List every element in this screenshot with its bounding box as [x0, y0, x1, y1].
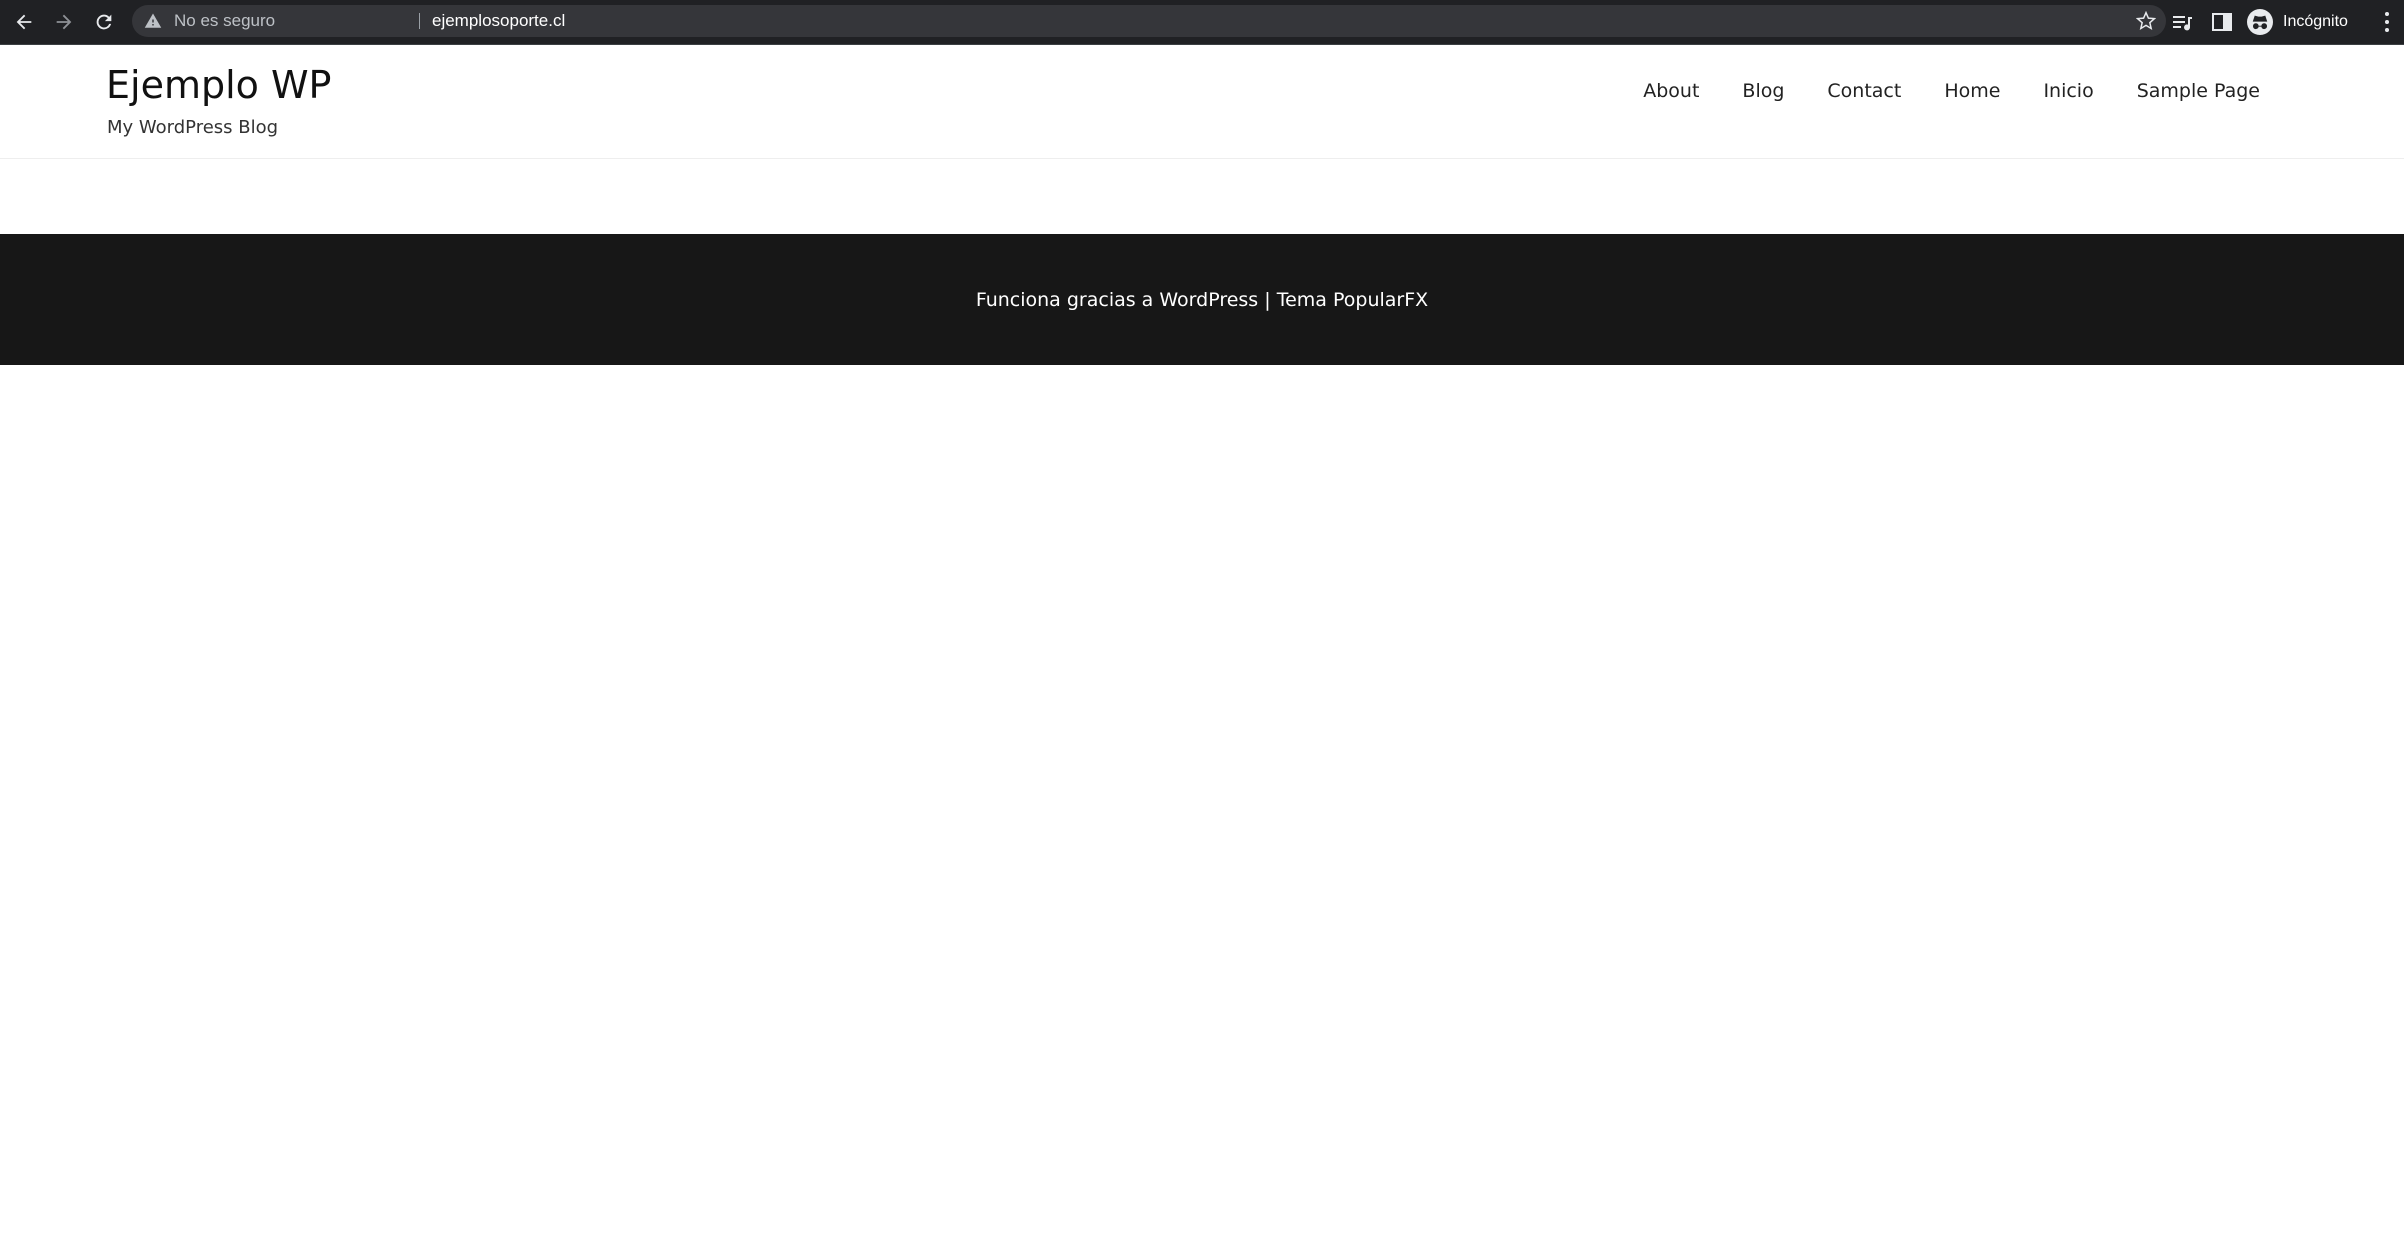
back-button[interactable]	[10, 8, 38, 36]
security-status[interactable]: No es seguro	[174, 5, 275, 37]
side-panel-icon[interactable]	[2210, 10, 2234, 34]
wordpress-credit-link[interactable]: Funciona gracias a WordPress	[976, 289, 1258, 311]
primary-menu: About Blog Contact Home Inicio Sample Pa…	[1600, 80, 2260, 102]
nav-sample-page[interactable]: Sample Page	[2137, 80, 2260, 102]
nav-contact[interactable]: Contact	[1827, 80, 1901, 102]
omnibox-divider	[419, 13, 420, 29]
forward-icon	[56, 14, 72, 30]
address-bar[interactable]: No es seguro	[132, 5, 2166, 37]
theme-credit-link[interactable]: Tema PopularFX	[1277, 289, 1428, 311]
browser-toolbar: No es seguro Incógnito	[0, 0, 2404, 45]
reload-icon	[96, 14, 112, 30]
site-title-link[interactable]: Ejemplo WP	[106, 63, 331, 107]
site-footer: Funciona gracias a WordPress | Tema Popu…	[0, 234, 2404, 365]
url-input[interactable]	[432, 5, 2072, 37]
back-icon	[16, 14, 32, 30]
nav-home[interactable]: Home	[1944, 80, 2000, 102]
incognito-icon	[2247, 9, 2273, 35]
site-tagline: My WordPress Blog	[107, 117, 279, 138]
incognito-profile-button[interactable]: Incógnito	[2247, 6, 2348, 38]
reload-button[interactable]	[90, 8, 118, 36]
reading-list-icon[interactable]	[2170, 10, 2194, 34]
forward-button[interactable]	[50, 8, 78, 36]
credit-divider: |	[1264, 288, 1271, 311]
nav-about[interactable]: About	[1643, 80, 1699, 102]
nav-blog[interactable]: Blog	[1742, 80, 1784, 102]
more-vert-icon[interactable]	[2382, 11, 2392, 33]
footer-credits: Funciona gracias a WordPress | Tema Popu…	[976, 289, 1428, 311]
star-icon[interactable]	[2136, 11, 2156, 31]
nav-inicio[interactable]: Inicio	[2043, 80, 2093, 102]
site-header: Ejemplo WP My WordPress Blog About Blog …	[0, 45, 2404, 159]
warning-icon	[144, 13, 162, 28]
profile-label: Incógnito	[2283, 13, 2348, 30]
